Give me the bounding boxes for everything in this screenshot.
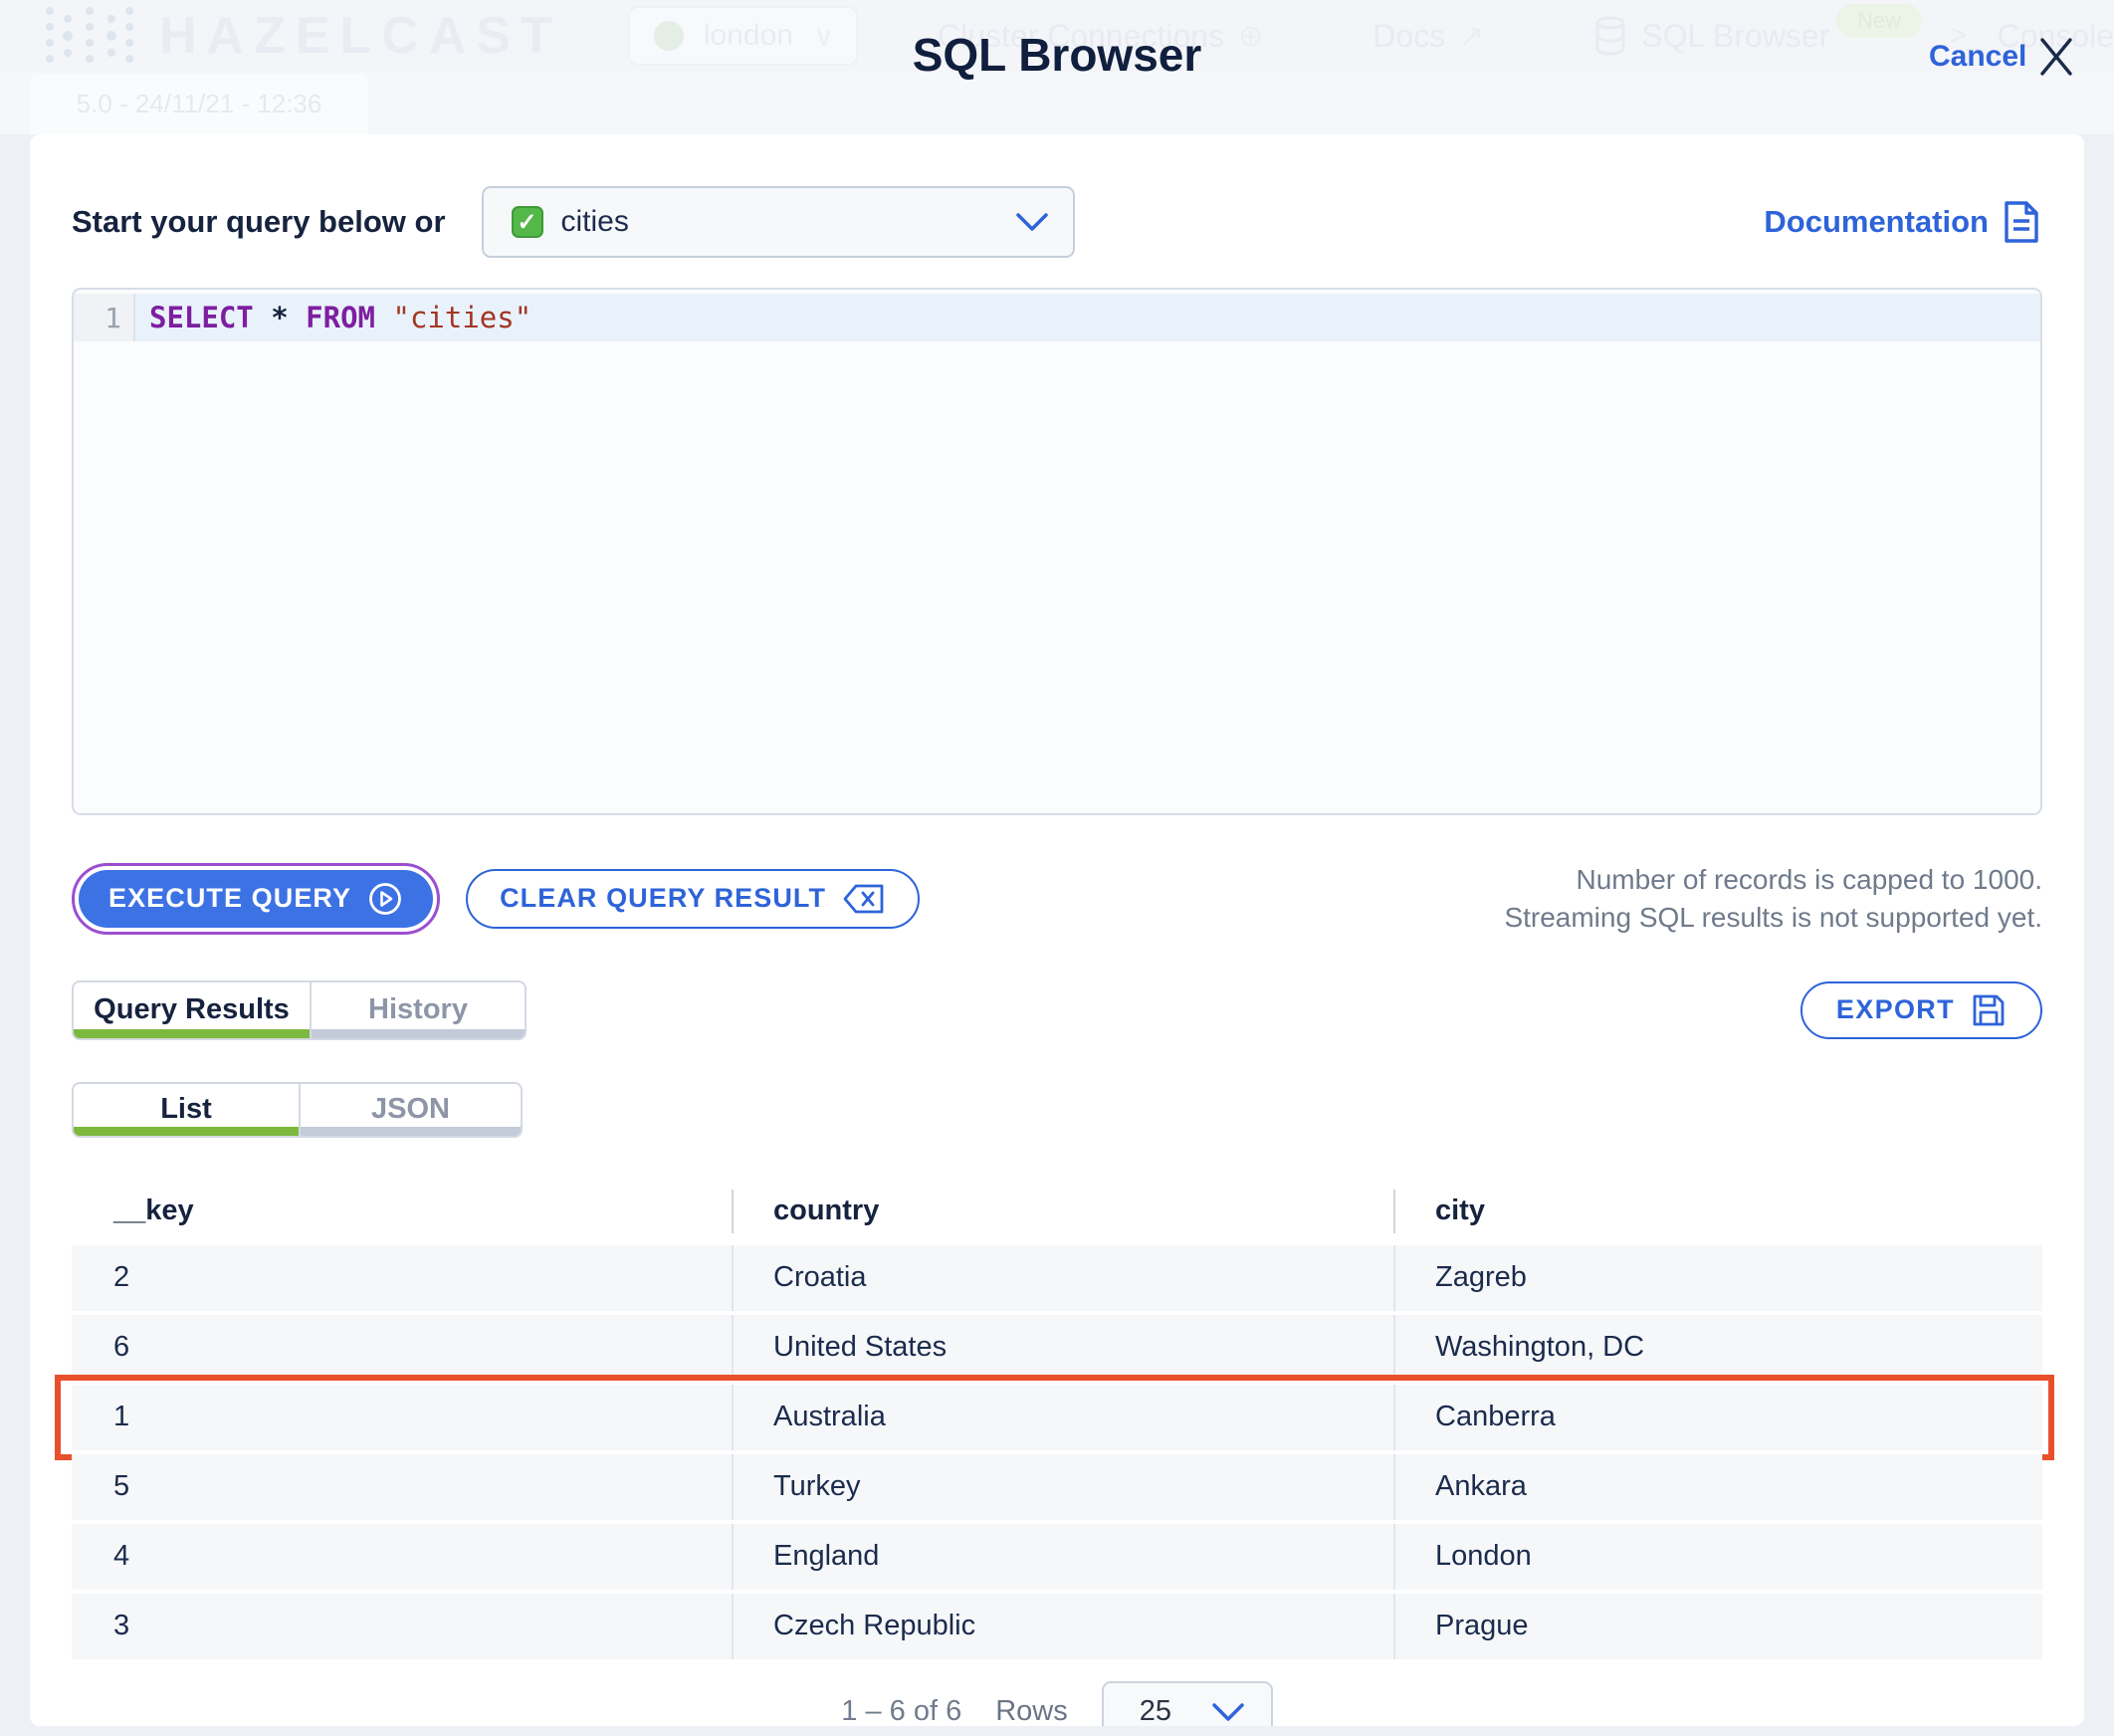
cell-country: Turkey [732,1453,1393,1520]
column-header-key: __key [113,1194,194,1227]
inactive-tab-underline [312,1028,525,1038]
cell-key: 3 [113,1610,130,1642]
column-header-country: country [732,1189,1393,1233]
cell-country: England [732,1523,1393,1590]
cell-key: 6 [113,1331,130,1364]
query-bar: Start your query below or ✓ cities Docum… [72,186,2042,258]
cell-key: 1 [113,1401,130,1433]
cancel-button[interactable]: Cancel [1929,40,2026,74]
execute-query-button[interactable]: EXECUTE QUERY [79,869,434,928]
actions-row: EXECUTE QUERY CLEAR QUERY RESULT Number … [72,861,2042,937]
export-button[interactable]: EXPORT [1799,980,2042,1039]
cell-city: Zagreb [1393,1244,2042,1311]
query-prompt: Start your query below or [72,204,446,239]
editor-code-line: SELECT * FROM "cities" [135,294,2040,341]
sql-keyword: SELECT [149,301,254,334]
editor-active-line: 1 SELECT * FROM "cities" [74,294,2040,341]
cell-city: Canberra [1393,1384,2042,1450]
editor-line-number: 1 [74,294,135,341]
results-tab-group: Query Results History [72,979,527,1040]
rows-per-page-value: 25 [1139,1695,1171,1726]
tab-query-results[interactable]: Query Results [74,982,310,1038]
cluster-version-info: 5.0 - 24/11/21 - 12:36 [76,89,322,118]
table-row[interactable]: 4 England London [72,1523,2042,1590]
close-icon[interactable] [2034,34,2078,78]
rows-label: Rows [995,1695,1068,1726]
save-icon [1973,994,2005,1025]
check-icon: ✓ [511,206,543,238]
play-circle-icon [369,882,401,915]
chevron-down-icon [1015,211,1049,233]
table-header: __key country city [72,1182,2042,1241]
cell-city: London [1393,1523,2042,1590]
cell-city: Ankara [1393,1453,2042,1520]
sql-editor[interactable]: 1 SELECT * FROM "cities" [72,288,2042,815]
table-row[interactable]: 6 United States Washington, DC [72,1314,2042,1381]
cell-key: 4 [113,1540,130,1573]
active-tab-underline [74,1126,299,1136]
tab-json[interactable]: JSON [299,1083,521,1136]
view-tabs-row: List JSON [72,1081,2042,1138]
table-row[interactable]: 5 Turkey Ankara [72,1453,2042,1520]
execute-query-focus-ring: EXECUTE QUERY [72,862,441,935]
cell-city: Washington, DC [1393,1314,2042,1381]
chevron-down-icon [1211,1701,1245,1723]
page-title: SQL Browser [912,29,1202,81]
tab-history[interactable]: History [310,981,525,1038]
active-tab-underline [74,1028,310,1038]
table-row[interactable]: 1 Australia Canberra [55,1374,2054,1460]
sql-string: "cities" [392,301,532,334]
cell-country: United States [732,1314,1393,1381]
cell-country: Australia [732,1384,1393,1450]
cell-country: Czech Republic [732,1593,1393,1659]
results-table: __key country city 2 Croatia Zagreb 6 Un… [55,1182,2054,1659]
documentation-link[interactable]: Documentation [1764,199,2042,245]
view-tab-group: List JSON [72,1081,523,1138]
document-icon [2005,201,2038,243]
column-header-city: city [1393,1189,2042,1233]
table-row[interactable]: 3 Czech Republic Prague [72,1593,2042,1659]
backspace-icon [843,884,884,914]
cell-key: 2 [113,1261,130,1294]
map-select-value: cities [560,205,629,238]
cell-city: Prague [1393,1593,2042,1659]
sql-keyword: FROM [306,301,376,334]
sql-browser-modal: Start your query below or ✓ cities Docum… [30,134,2084,1726]
rows-per-page-select[interactable]: 25 [1101,1680,1273,1726]
table-row[interactable]: 2 Croatia Zagreb [72,1244,2042,1311]
cell-key: 5 [113,1470,130,1503]
results-tabs-row: Query Results History EXPORT [72,979,2042,1040]
clear-query-result-button[interactable]: CLEAR QUERY RESULT [466,868,921,929]
inactive-tab-underline [301,1126,521,1136]
records-note: Number of records is capped to 1000. Str… [1504,864,2042,933]
table-body: 2 Croatia Zagreb 6 United States Washing… [55,1244,2054,1659]
page-range: 1 – 6 of 6 [841,1695,962,1726]
background-cluster-tab: 5.0 - 24/11/21 - 12:36 [30,74,368,134]
sql-star: * [271,301,289,334]
pagination: 1 – 6 of 6 Rows 25 [72,1680,2042,1726]
tab-list[interactable]: List [74,1084,299,1136]
map-select-dropdown[interactable]: ✓ cities [481,186,1075,258]
cell-country: Croatia [732,1244,1393,1311]
